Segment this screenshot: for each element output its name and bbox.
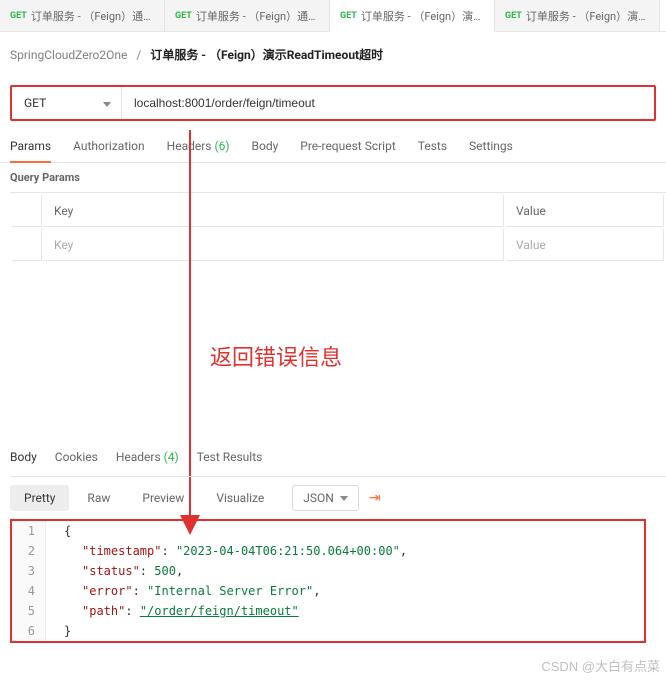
tab-label: 订单服务 - （Feign）演示 [526, 8, 649, 24]
tab-headers-label: Headers [167, 139, 212, 153]
tab-settings[interactable]: Settings [469, 139, 513, 162]
method-badge: GET [340, 11, 357, 21]
query-params-label: Query Params [0, 163, 666, 192]
chevron-down-icon [103, 96, 111, 110]
method-badge: GET [10, 11, 27, 21]
top-tabs: GET订单服务 - （Feign）通过 GET订单服务 - （Feign）通过 … [0, 0, 666, 32]
format-label: JSON [303, 491, 334, 505]
resp-tab-headers-label: Headers [116, 450, 161, 464]
view-visualize-button[interactable]: Visualize [202, 485, 278, 511]
format-select[interactable]: JSON [292, 485, 359, 511]
tab-tests[interactable]: Tests [418, 139, 447, 162]
top-tab-2[interactable]: GET 订单服务 - （Feign）演示 [330, 0, 495, 32]
resp-tab-headers[interactable]: Headers (4) [116, 450, 179, 468]
breadcrumb-project[interactable]: SpringCloudZero2One [10, 48, 127, 62]
annotation-text: 返回错误信息 [210, 340, 342, 372]
view-pretty-button[interactable]: Pretty [10, 485, 69, 511]
value-input[interactable]: Value [506, 229, 664, 261]
resp-tab-testresults[interactable]: Test Results [197, 450, 263, 468]
col-value: Value [506, 195, 664, 227]
line-number: 5 [12, 601, 46, 621]
line-number: 2 [12, 541, 46, 561]
method-label: GET [24, 96, 46, 110]
top-tab-1[interactable]: GET 订单服务 - （Feign）通过 [165, 0, 330, 31]
headers-count: (6) [214, 139, 229, 153]
breadcrumb-sep: / [136, 48, 141, 62]
breadcrumb: SpringCloudZero2One / 订单服务 - （Feign）演示Re… [0, 32, 666, 77]
code-line-5: "path": "/order/feign/timeout" [46, 601, 299, 621]
response-tabs: Body Cookies Headers (4) Test Results [10, 450, 666, 477]
request-tabs: Params Authorization Headers (6) Body Pr… [0, 129, 666, 163]
resp-headers-count: (4) [164, 450, 179, 464]
code-line-1: { [46, 521, 71, 541]
top-tab-0[interactable]: GET 订单服务 - （Feign）通过 [0, 0, 165, 31]
method-badge: GET [175, 11, 192, 21]
tab-label: 订单服务 - （Feign）演示 [361, 8, 484, 24]
tab-headers[interactable]: Headers (6) [167, 139, 230, 162]
watermark: CSDN @大白有点菜 [541, 656, 660, 675]
method-badge: GET [505, 11, 522, 21]
tab-params[interactable]: Params [10, 139, 51, 163]
key-input[interactable]: Key [44, 229, 504, 261]
col-key: Key [44, 195, 504, 227]
response-body: 1{ 2"timestamp": "2023-04-04T06:21:50.06… [10, 519, 646, 643]
tab-label: 订单服务 - （Feign）通过 [31, 8, 154, 24]
tab-prerequest[interactable]: Pre-request Script [300, 139, 395, 162]
code-line-4: "error": "Internal Server Error", [46, 581, 320, 601]
params-row[interactable]: Key Value [12, 229, 664, 261]
response-toolbar: Pretty Raw Preview Visualize JSON ⇥ [10, 477, 666, 519]
top-tab-3[interactable]: GET 订单服务 - （Feign）演示 [495, 0, 660, 31]
resp-tab-body[interactable]: Body [10, 450, 37, 468]
tab-authorization[interactable]: Authorization [73, 139, 145, 162]
response-panel: Body Cookies Headers (4) Test Results Pr… [10, 450, 666, 643]
code-line-3: "status": 500, [46, 561, 183, 581]
tab-body[interactable]: Body [252, 139, 279, 162]
wrap-lines-icon[interactable]: ⇥ [369, 490, 381, 506]
resp-tab-cookies[interactable]: Cookies [55, 450, 98, 468]
line-number: 6 [12, 621, 46, 641]
params-table: Key Value Key Value [10, 192, 666, 263]
col-checkbox [12, 195, 42, 227]
code-line-2: "timestamp": "2023-04-04T06:21:50.064+00… [46, 541, 407, 561]
http-method-select[interactable]: GET [12, 87, 122, 119]
breadcrumb-current: 订单服务 - （Feign）演示ReadTimeout超时 [150, 48, 383, 62]
code-line-6: } [46, 621, 71, 641]
line-number: 3 [12, 561, 46, 581]
url-input[interactable] [122, 87, 654, 119]
line-number: 4 [12, 581, 46, 601]
chevron-down-icon [340, 496, 348, 501]
tab-label: 订单服务 - （Feign）通过 [196, 8, 319, 24]
request-url-bar: GET [10, 85, 656, 121]
view-raw-button[interactable]: Raw [73, 485, 124, 511]
row-checkbox[interactable] [12, 229, 42, 261]
line-number: 1 [12, 521, 46, 541]
view-preview-button[interactable]: Preview [128, 485, 198, 511]
